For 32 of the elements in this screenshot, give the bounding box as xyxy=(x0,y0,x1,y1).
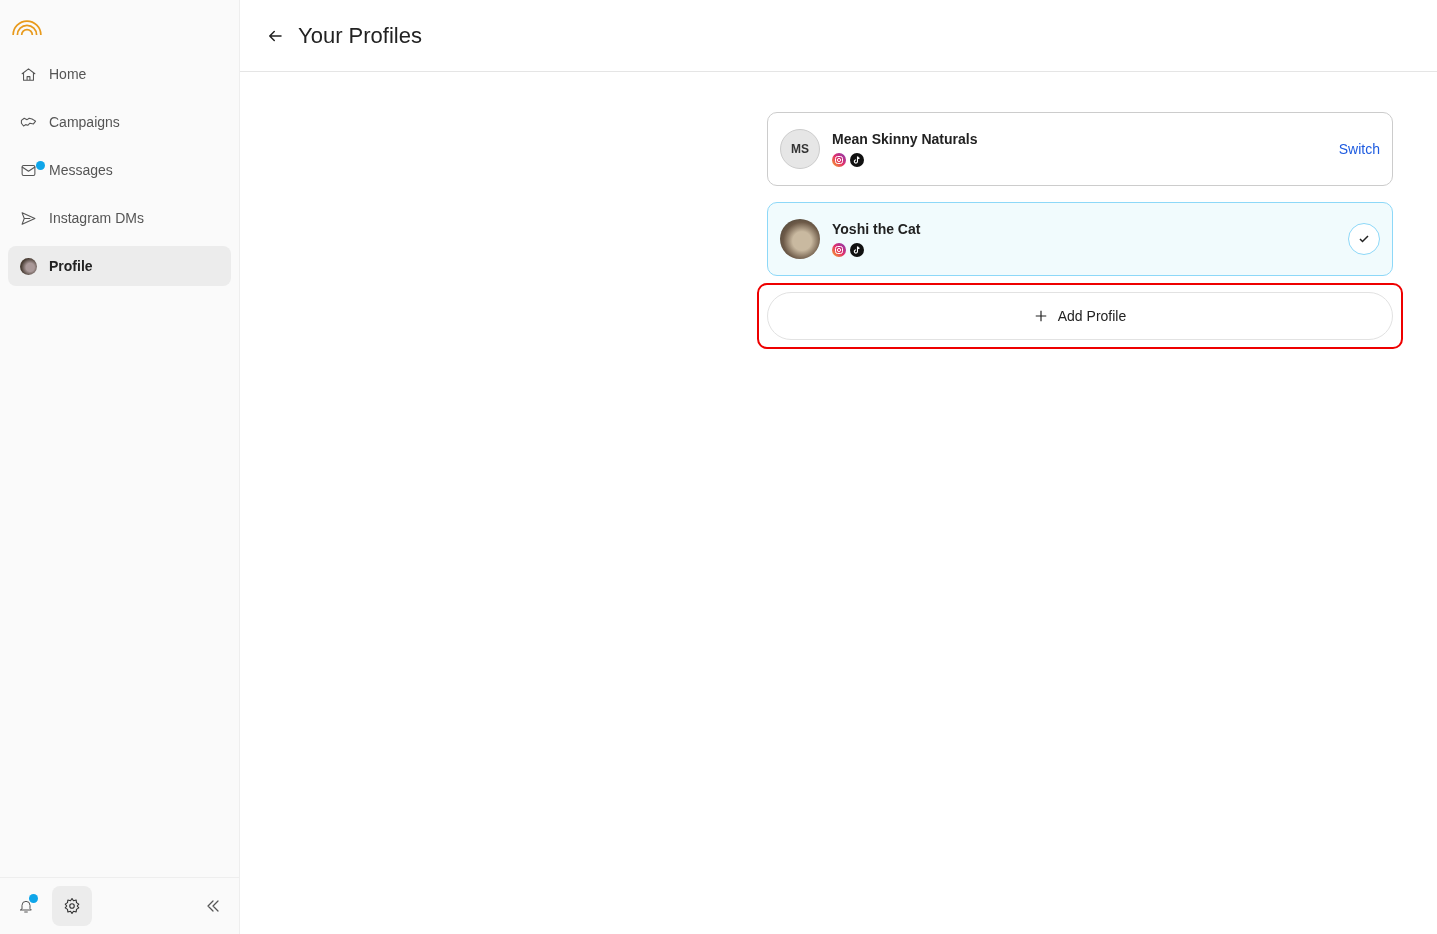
home-icon xyxy=(20,65,37,83)
tiktok-icon xyxy=(850,153,864,167)
send-icon xyxy=(20,209,37,227)
nav-label: Profile xyxy=(49,258,93,274)
instagram-icon xyxy=(832,243,846,257)
profile-card[interactable]: MS Mean Skinny Naturals Switch xyxy=(767,112,1393,186)
sidebar-item[interactable]: Profile xyxy=(8,246,231,286)
add-profile-button[interactable]: Add Profile xyxy=(767,292,1393,340)
switch-link[interactable]: Switch xyxy=(1338,141,1380,157)
avatar-icon xyxy=(20,257,37,275)
logo-icon xyxy=(12,20,42,36)
profile-avatar: MS xyxy=(780,129,820,169)
profile-card[interactable]: Yoshi the Cat xyxy=(767,202,1393,276)
instagram-icon xyxy=(832,153,846,167)
sidebar-item[interactable]: Instagram DMs xyxy=(8,198,231,238)
profile-name: Mean Skinny Naturals xyxy=(832,131,979,147)
page-title: Your Profiles xyxy=(298,22,422,49)
sidebar-item[interactable]: Campaigns xyxy=(8,102,231,142)
nav-label: Home xyxy=(49,66,87,82)
tiktok-icon xyxy=(850,243,864,257)
bell-icon[interactable] xyxy=(18,898,34,914)
nav-label: Messages xyxy=(49,162,113,178)
nav-label: Campaigns xyxy=(49,114,120,130)
check-icon xyxy=(1348,223,1380,255)
sidebar-item[interactable]: Messages xyxy=(8,150,231,190)
settings-button[interactable] xyxy=(52,886,92,926)
sidebar-item[interactable]: Home xyxy=(8,54,231,94)
photo-placeholder xyxy=(780,219,820,259)
nav-label: Instagram DMs xyxy=(49,210,144,226)
settings-icon xyxy=(63,897,81,915)
plus-icon xyxy=(1033,309,1048,323)
profile-name: Yoshi the Cat xyxy=(832,221,922,237)
